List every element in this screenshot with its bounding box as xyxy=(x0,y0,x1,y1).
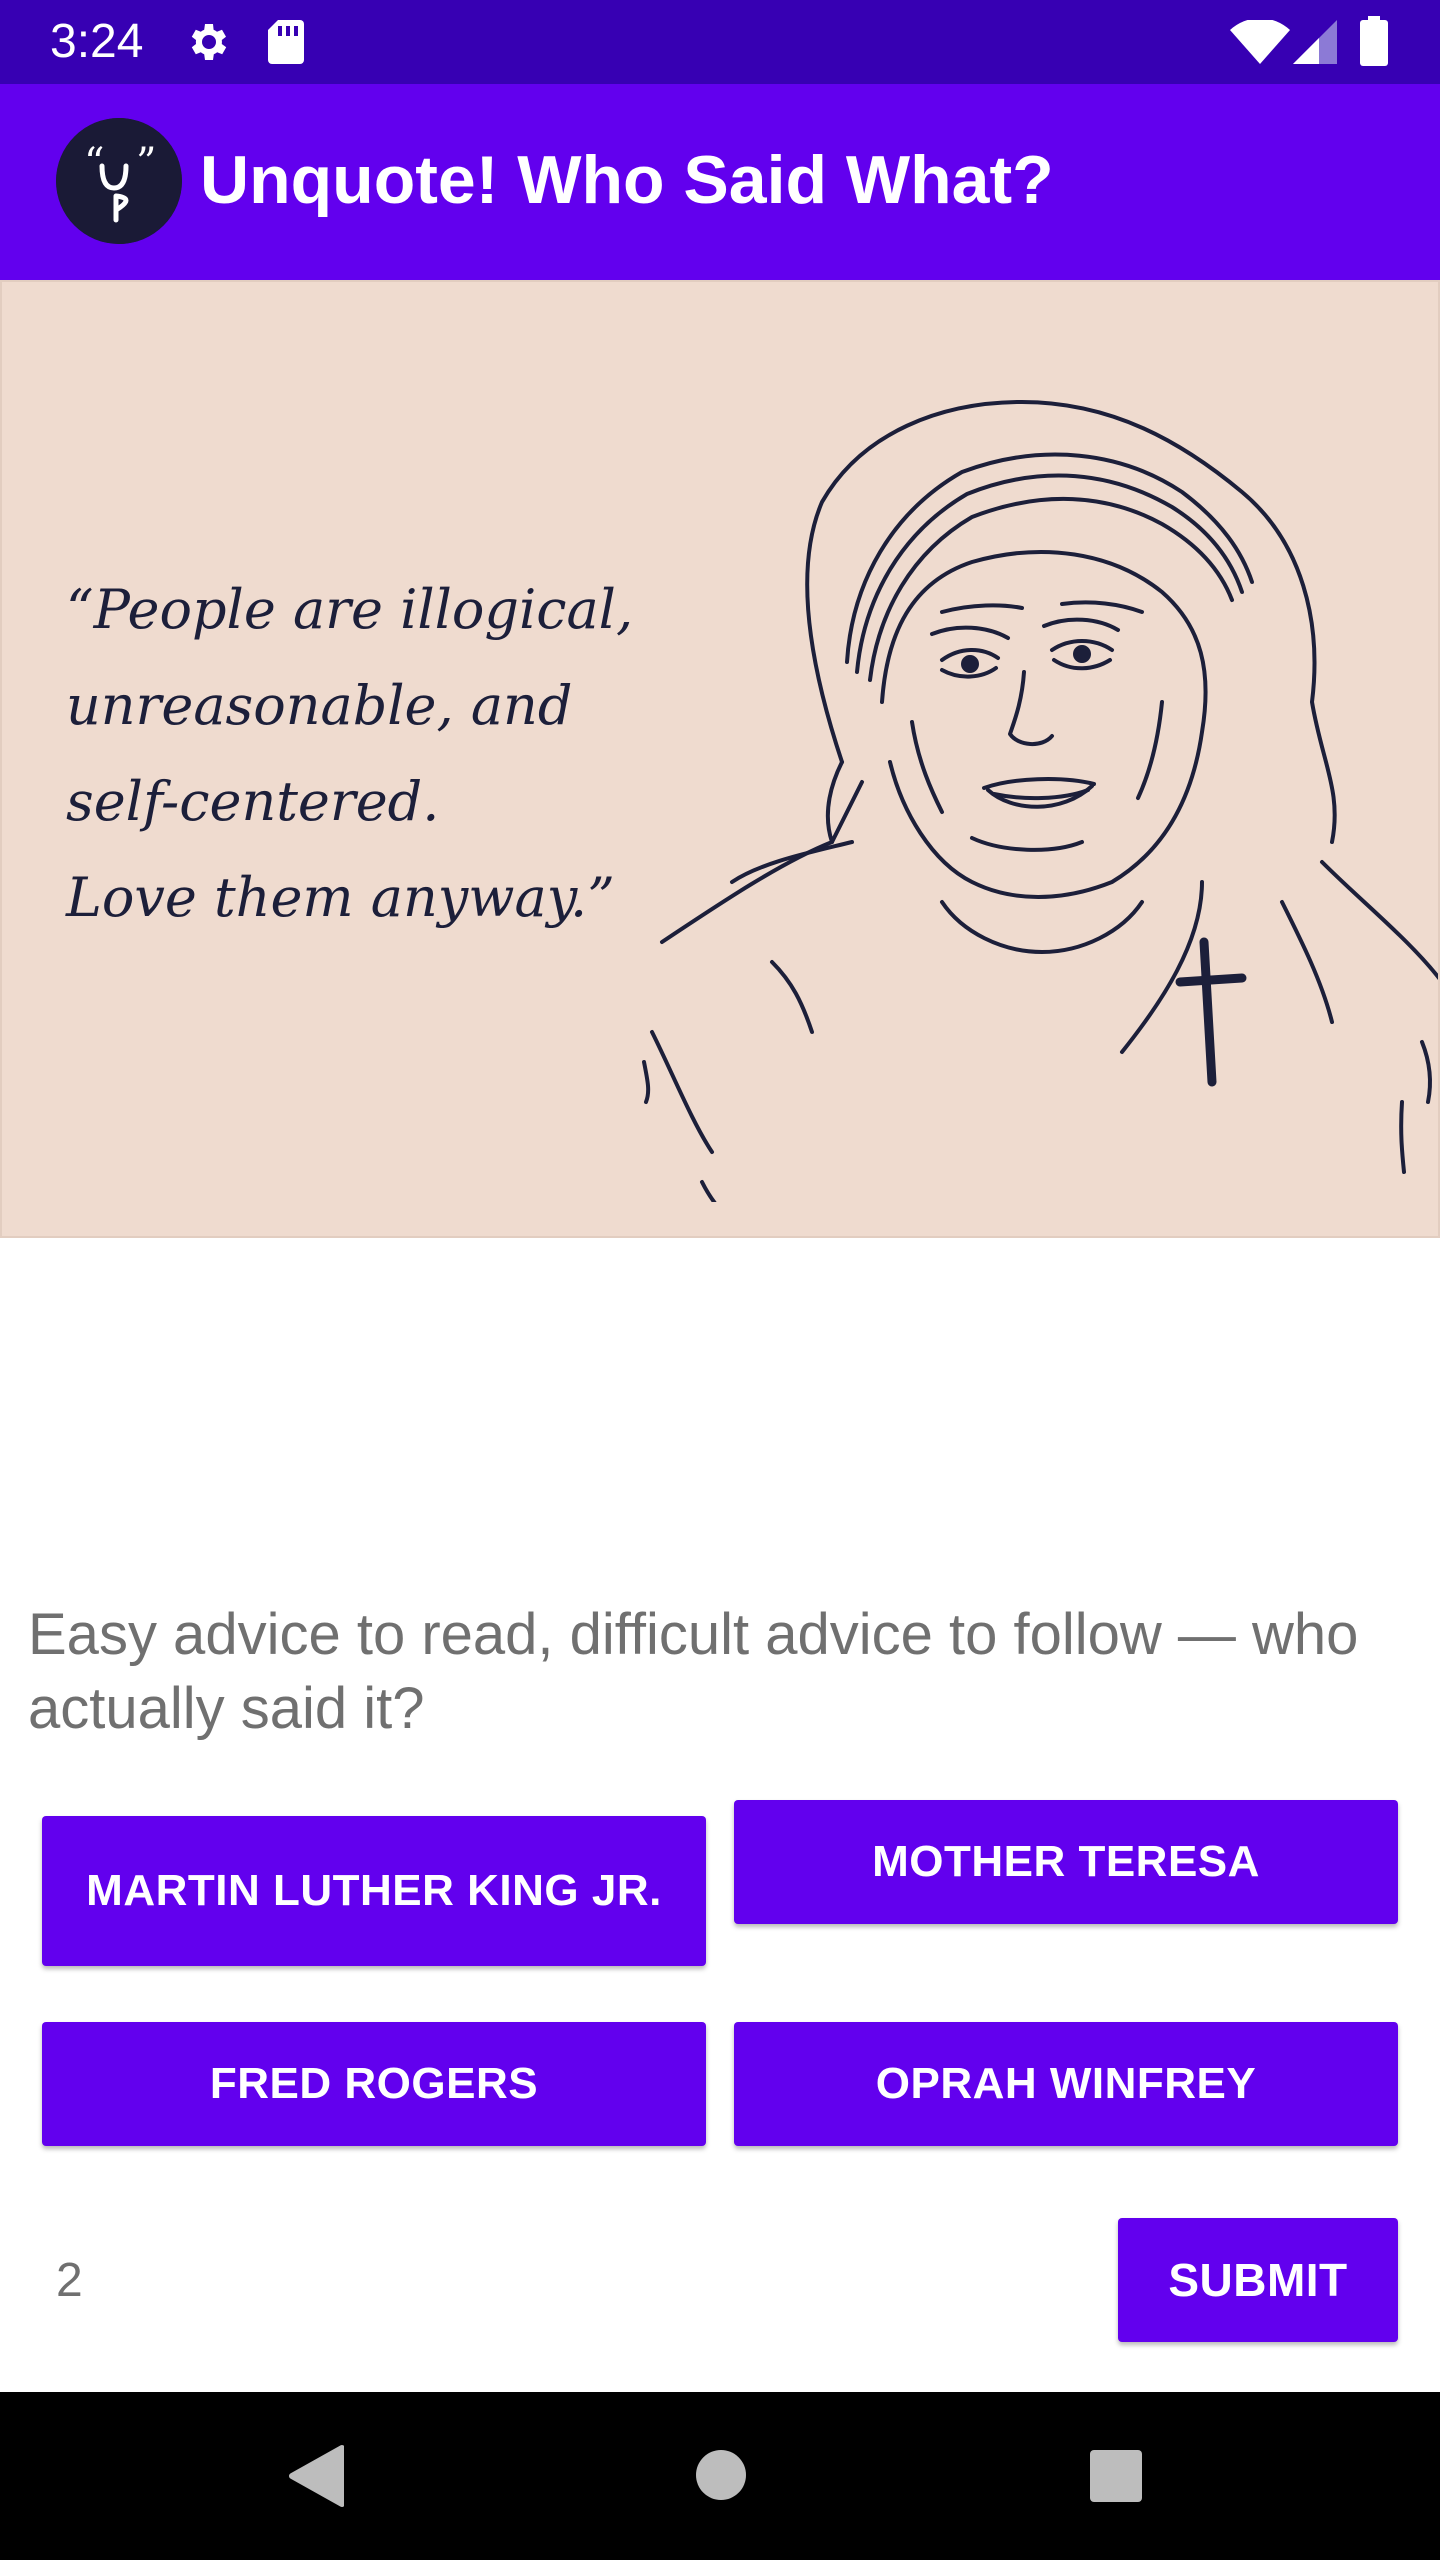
submit-button[interactable]: SUBMIT xyxy=(1118,2218,1398,2342)
portrait-illustration xyxy=(642,400,1438,1202)
svg-text:”: ” xyxy=(136,140,156,186)
quote-line: self-centered. xyxy=(66,770,440,833)
battery-icon xyxy=(1360,16,1388,66)
recent-apps-icon[interactable] xyxy=(1090,2450,1142,2502)
answer-button-martin-luther-king[interactable]: MARTIN LUTHER KING JR. xyxy=(42,1816,706,1966)
status-time: 3:24 xyxy=(50,15,144,68)
question-prompt: Easy advice to read, difficult advice to… xyxy=(28,1602,1359,1741)
answer-button-mother-teresa[interactable]: MOTHER TERESA xyxy=(734,1800,1398,1924)
home-icon[interactable] xyxy=(696,2450,746,2500)
status-bar: 3:24 xyxy=(0,0,1440,84)
quote-image: “People are illogical, unreasonable, and… xyxy=(0,280,1440,1238)
app-logo: “ ” xyxy=(56,118,182,244)
navigation-bar xyxy=(0,2392,1440,2560)
app-bar: “ ” Unquote! Who Said What? xyxy=(0,84,1440,280)
quote-line: “People are illogical, xyxy=(66,578,634,641)
app-title: Unquote! Who Said What? xyxy=(200,142,1054,218)
quote-text: “People are illogical, unreasonable, and… xyxy=(66,562,666,946)
gear-icon xyxy=(191,24,227,60)
cell-signal-icon xyxy=(1293,20,1337,64)
question-number: 2 xyxy=(56,2254,83,2307)
answer-button-oprah-winfrey[interactable]: OPRAH WINFREY xyxy=(734,2022,1398,2146)
quote-line: Love them anyway.” xyxy=(66,866,615,929)
quote-line: unreasonable, and xyxy=(66,674,573,737)
wifi-icon xyxy=(1230,20,1290,64)
back-icon[interactable] xyxy=(288,2444,344,2508)
sd-card-icon xyxy=(268,20,304,64)
answer-button-fred-rogers[interactable]: FRED ROGERS xyxy=(42,2022,706,2146)
